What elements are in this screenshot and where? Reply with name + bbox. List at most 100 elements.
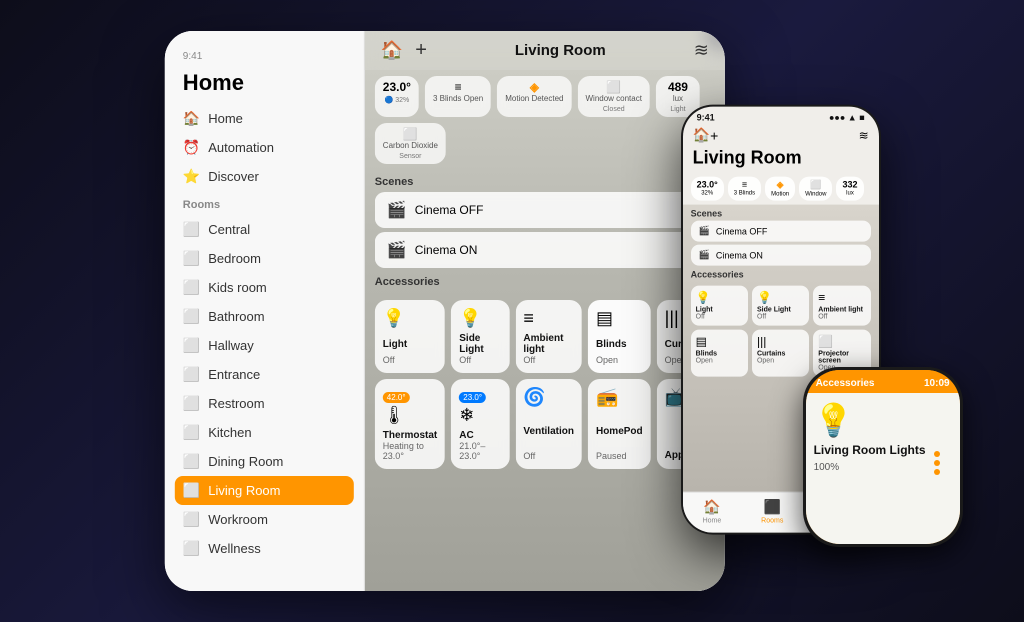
iphone-wave-icon[interactable]: ≋ (859, 128, 869, 142)
sidelight-icon: 💡 (459, 308, 501, 329)
sidebar-item-bathroom[interactable]: ⬜ Bathroom (175, 302, 354, 331)
iphone-scene-off[interactable]: 🎬 Cinema OFF (691, 221, 871, 242)
automation-icon: ⏰ (183, 139, 200, 156)
iphone-blinds-name: Blinds (696, 351, 743, 358)
iphone-battery-icons: ●●● ▲ ■ (829, 113, 865, 123)
iphone-light-name: Light (696, 307, 743, 314)
sidebar-wellness-label: Wellness (208, 541, 261, 556)
ac-icon: ❄ (459, 405, 501, 426)
sidebar-item-dining[interactable]: ⬜ Dining Room (175, 447, 354, 476)
sidebar-item-discover[interactable]: ⭐ Discover (175, 162, 354, 191)
sidebar-entrance-label: Entrance (208, 367, 260, 382)
sidebar-item-entrance[interactable]: ⬜ Entrance (175, 360, 354, 389)
accessories-grid: 💡 Light Off 💡 Side Light Off ≡ Ambient l… (365, 294, 725, 475)
iphone-light-status: Off (696, 314, 743, 321)
light-icon: 💡 (383, 308, 437, 329)
iphone-nav-home-icon: 🏠 (703, 499, 720, 516)
acc-light[interactable]: 💡 Light Off (375, 300, 445, 373)
acc-thermostat[interactable]: 42.0° 🌡 Thermostat Heating to 23.0° (375, 379, 445, 469)
acc-ac[interactable]: 23.0° ❄ AC 21.0°–23.0° (451, 379, 509, 469)
sidebar-kidsroom-label: Kids room (208, 280, 267, 295)
sidebar-item-kitchen[interactable]: ⬜ Kitchen (175, 418, 354, 447)
iphone-acc-sidelight[interactable]: 💡 Side Light Off (752, 286, 809, 326)
cinema-off-icon: 🎬 (387, 200, 407, 220)
watch-device-status: 100% (814, 462, 952, 473)
iphone-cinema-off-label: Cinema OFF (716, 226, 768, 236)
sidebar-item-livingroom[interactable]: ⬜ Living Room (175, 476, 354, 505)
home-nav-icon[interactable]: 🏠 (381, 40, 403, 61)
scenes-section: Scenes 🎬 Cinema OFF 🎬 Cinema ON (365, 170, 725, 270)
ac-status: 21.0°–23.0° (459, 441, 501, 461)
acc-homepod[interactable]: 📻 HomePod Paused (588, 379, 651, 469)
iphone-home-icon[interactable]: 🏠 (693, 127, 710, 144)
restroom-icon: ⬜ (183, 395, 200, 412)
iphone-acc-ambient[interactable]: ≡ Ambient light Off (813, 286, 870, 326)
sidebar-item-bedroom[interactable]: ⬜ Bedroom (175, 244, 354, 273)
iphone-nav-rooms-label: Rooms (761, 518, 783, 525)
ventilation-status: Off (523, 451, 574, 461)
sidebar-item-wellness[interactable]: ⬜ Wellness (175, 534, 354, 563)
iphone-ambient-name: Ambient light (818, 307, 865, 314)
co2-chip[interactable]: ⬜ Carbon Dioxide Sensor (375, 123, 446, 164)
acc-ventilation[interactable]: 🌀 Ventilation Off (515, 379, 582, 469)
thermostat-status: Heating to 23.0° (383, 441, 437, 461)
window-chip[interactable]: ⬜ Window contact Closed (577, 76, 649, 117)
watch-accessories-label: Accessories (816, 378, 875, 389)
iphone-accessories-label: Accessories (683, 266, 879, 282)
sidebar-item-automation[interactable]: ⏰ Automation (175, 133, 354, 162)
scene-cinema-off[interactable]: 🎬 Cinema OFF (375, 192, 715, 228)
home-icon: 🏠 (183, 110, 200, 127)
acc-ambient[interactable]: ≡ Ambient light Off (515, 300, 582, 373)
iphone-temp-chip[interactable]: 23.0° 32% (691, 177, 724, 201)
entrance-icon: ⬜ (183, 366, 200, 383)
iphone-status-bar: 9:41 ●●● ▲ ■ (683, 107, 879, 125)
iphone-acc-light[interactable]: 💡 Light Off (691, 286, 748, 326)
add-icon[interactable]: + (415, 39, 427, 62)
ventilation-icon: 🌀 (523, 387, 574, 408)
sidebar-item-kidsroom[interactable]: ⬜ Kids room (175, 273, 354, 302)
sidebar-dining-label: Dining Room (208, 454, 283, 469)
scene-cinema-on[interactable]: 🎬 Cinema ON (375, 232, 715, 268)
thermostat-badge: 42.0° (383, 392, 410, 403)
sidebar-kitchen-label: Kitchen (208, 425, 251, 440)
iphone-scene-on[interactable]: 🎬 Cinema ON (691, 245, 871, 266)
ipad-device: 9:41 Home 🏠 Home ⏰ Automation ⭐ Discover… (165, 31, 725, 591)
temperature-chip[interactable]: 23.0° 🔵 32% (375, 76, 419, 117)
hallway-icon: ⬜ (183, 337, 200, 354)
cinema-on-icon: 🎬 (387, 240, 407, 260)
iphone-acc-curtains[interactable]: ||| Curtains Open (752, 330, 809, 377)
iphone-window-chip[interactable]: ⬜ Window (799, 177, 832, 201)
iphone-nav-home[interactable]: 🏠 Home (703, 499, 722, 525)
blinds-icon: ▤ (596, 308, 643, 329)
acc-sidelight[interactable]: 💡 Side Light Off (451, 300, 509, 373)
status-bar: 23.0° 🔵 32% ≡ 3 Blinds Open ◈ Motion Det… (365, 70, 725, 170)
sidebar-item-central[interactable]: ⬜ Central (175, 215, 354, 244)
iphone-cinema-on-icon: 🎬 (699, 250, 710, 261)
blinds-chip[interactable]: ≡ 3 Blinds Open (425, 76, 491, 117)
watch-device: Accessories 10:09 💡 Living Room Lights 1… (803, 367, 963, 547)
sidebar-item-workroom[interactable]: ⬜ Workroom (175, 505, 354, 534)
iphone-curtains-status: Open (757, 358, 804, 365)
main-header: 🏠 + Living Room ≋ (365, 31, 725, 70)
sidebar-item-restroom[interactable]: ⬜ Restroom (175, 389, 354, 418)
scene-cinema-off-label: Cinema OFF (415, 203, 484, 217)
iphone-blinds-chip[interactable]: ≡ 3 Blinds (728, 177, 761, 201)
sidebar-item-home[interactable]: 🏠 Home (175, 104, 354, 133)
waveform-icon[interactable]: ≋ (694, 40, 709, 61)
iphone-add-icon[interactable]: + (710, 127, 718, 143)
workroom-icon: ⬜ (183, 511, 200, 528)
sidebar-automation-label: Automation (208, 140, 274, 155)
iphone-motion-chip[interactable]: ◈ Motion (765, 177, 795, 201)
iphone-lux-chip[interactable]: 332 lux (836, 177, 863, 201)
iphone-sidelight-status: Off (757, 314, 804, 321)
discover-icon: ⭐ (183, 168, 200, 185)
iphone-light-icon: 💡 (696, 291, 743, 305)
iphone-nav-rooms[interactable]: ⬛ Rooms (761, 499, 783, 525)
acc-blinds[interactable]: ▤ Blinds Open (588, 300, 651, 373)
homepod-icon: 📻 (596, 387, 643, 408)
iphone-acc-blinds[interactable]: ▤ Blinds Open (691, 330, 748, 377)
motion-chip[interactable]: ◈ Motion Detected (497, 76, 571, 117)
sidebar-livingroom-label: Living Room (208, 483, 280, 498)
sidebar-item-hallway[interactable]: ⬜ Hallway (175, 331, 354, 360)
ac-badge: 23.0° (459, 392, 486, 403)
